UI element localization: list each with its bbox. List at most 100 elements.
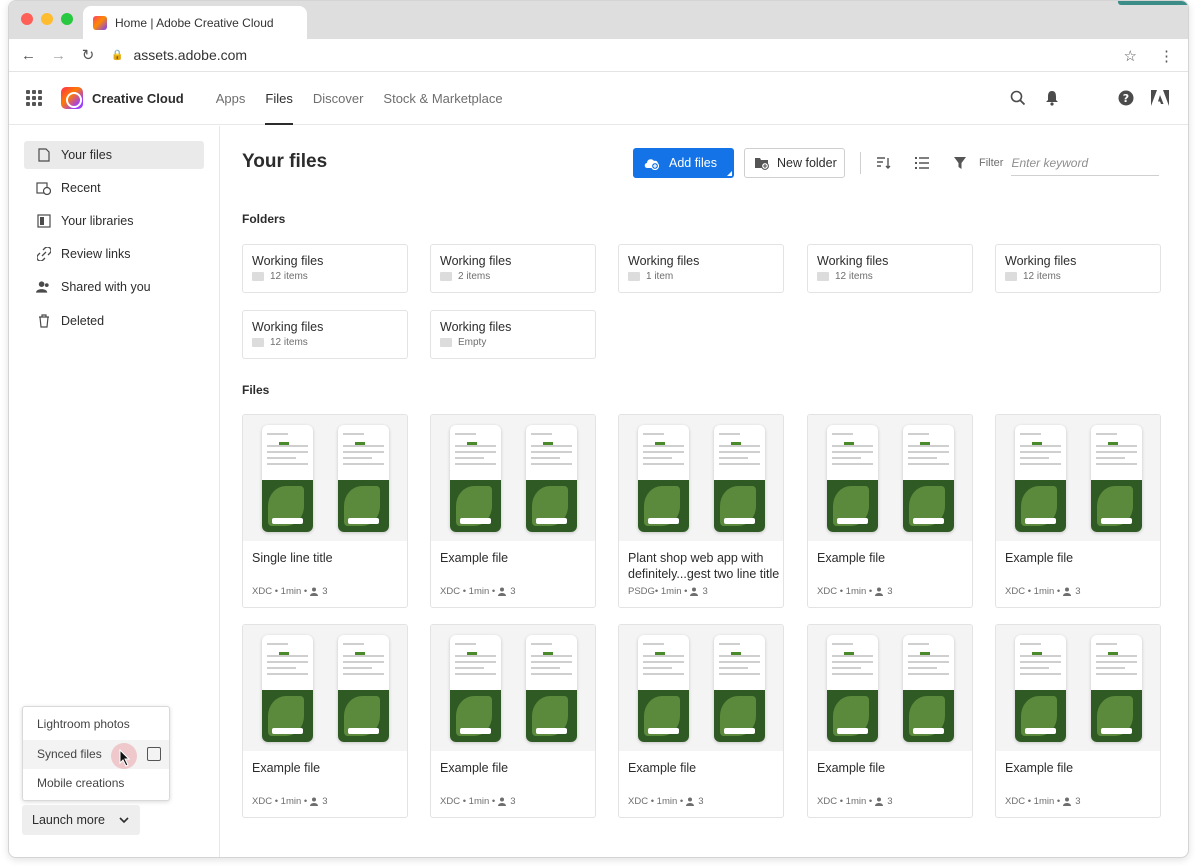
folder-card[interactable]: Working files 12 items: [807, 244, 973, 293]
search-icon[interactable]: [1008, 88, 1028, 108]
bookmark-star-icon[interactable]: ☆: [1124, 47, 1137, 65]
folder-count: 2 items: [458, 271, 491, 282]
file-card[interactable]: Plant shop web app with definitely...ges…: [618, 414, 784, 608]
browser-tab[interactable]: Home | Adobe Creative Cloud: [83, 6, 307, 39]
sidebar-item-review-links[interactable]: Review links: [24, 240, 204, 268]
recent-icon: [36, 181, 51, 196]
maximize-window-button[interactable]: [61, 13, 73, 25]
menu-item-synced-files[interactable]: Synced files: [23, 740, 169, 769]
nav-discover[interactable]: Discover: [303, 72, 374, 125]
file-title: Plant shop web app with definitely...ges…: [628, 551, 780, 581]
shared-count: 3: [887, 796, 893, 807]
launch-more-menu: Lightroom photos Synced files Mobile cre…: [22, 706, 170, 801]
toolbar-divider: [860, 152, 861, 174]
shared-count: 3: [702, 586, 708, 597]
file-card[interactable]: Single line title XDC • 1min • 3: [242, 414, 408, 608]
add-files-button[interactable]: Add files: [633, 148, 734, 178]
file-card[interactable]: Example file XDC • 1min • 3: [618, 624, 784, 818]
file-meta-text: XDC • 1min •: [440, 796, 496, 807]
shared-people-icon: [498, 797, 507, 806]
file-card[interactable]: Example file XDC • 1min • 3: [995, 624, 1161, 818]
sidebar-item-your-libraries[interactable]: Your libraries: [24, 207, 204, 235]
phone-mockup: [903, 635, 954, 742]
adobe-logo-icon[interactable]: [1150, 88, 1170, 108]
browser-menu-icon[interactable]: ⋮: [1159, 47, 1174, 65]
file-title: Example file: [1005, 761, 1074, 775]
file-thumbnail: [808, 625, 972, 751]
help-icon[interactable]: ?: [1116, 88, 1136, 108]
list-view-icon[interactable]: [913, 154, 931, 172]
menu-item-mobile-creations[interactable]: Mobile creations: [23, 769, 169, 798]
filter-keyword-input[interactable]: [1011, 150, 1160, 176]
sidebar-item-shared-with-you[interactable]: Shared with you: [24, 273, 204, 301]
phone-mockup: [526, 635, 577, 742]
sidebar-item-deleted[interactable]: Deleted: [24, 307, 204, 335]
folder-card[interactable]: Working files Empty: [430, 310, 596, 359]
brand-name[interactable]: Creative Cloud: [92, 91, 184, 106]
nav-stock-marketplace[interactable]: Stock & Marketplace: [373, 72, 512, 125]
back-arrow-icon[interactable]: ←: [21, 47, 36, 64]
url-text: assets.adobe.com: [133, 47, 248, 63]
folder-card[interactable]: Working files 1 item: [618, 244, 784, 293]
sidebar-item-recent[interactable]: Recent: [24, 174, 204, 202]
browser-tab-title: Home | Adobe Creative Cloud: [115, 15, 274, 30]
shared-count: 3: [510, 796, 516, 807]
forward-arrow-icon[interactable]: →: [51, 47, 66, 64]
app-switcher-icon[interactable]: [26, 90, 42, 106]
page-title: Your files: [242, 151, 328, 172]
nav-files[interactable]: Files: [255, 72, 302, 125]
file-card[interactable]: Example file XDC • 1min • 3: [242, 624, 408, 818]
browser-window: Home | Adobe Creative Cloud ← → ↻ 🔒 asse…: [8, 0, 1189, 858]
folder-card[interactable]: Working files 12 items: [242, 310, 408, 359]
new-folder-button[interactable]: New folder: [744, 148, 845, 178]
filter-label: Filter: [979, 157, 1004, 169]
notification-bell-icon[interactable]: [1042, 88, 1062, 108]
close-window-button[interactable]: [21, 13, 33, 25]
shared-people-icon: [875, 587, 884, 596]
folder-card[interactable]: Working files 12 items: [995, 244, 1161, 293]
shared-count: 3: [698, 796, 704, 807]
cloud-upload-icon: [644, 159, 660, 170]
file-card[interactable]: Example file XDC • 1min • 3: [807, 624, 973, 818]
lock-icon: 🔒: [111, 49, 124, 61]
menu-item-lightroom-photos[interactable]: Lightroom photos: [23, 710, 169, 739]
sidebar: Your files Recent Your libraries Review …: [9, 126, 220, 857]
file-card[interactable]: Example file XDC • 1min • 3: [995, 414, 1161, 608]
folder-card[interactable]: Working files 2 items: [430, 244, 596, 293]
file-card[interactable]: Example file XDC • 1min • 3: [430, 414, 596, 608]
creative-cloud-logo-icon[interactable]: [61, 87, 83, 109]
open-external-icon[interactable]: [147, 747, 161, 761]
file-thumbnail: [243, 415, 407, 541]
nav-apps[interactable]: Apps: [206, 72, 256, 125]
reload-icon[interactable]: ↻: [81, 46, 95, 64]
phone-mockup: [1015, 635, 1066, 742]
url-field[interactable]: 🔒 assets.adobe.com: [111, 47, 247, 63]
folder-count: 1 item: [646, 271, 674, 282]
launch-more-button[interactable]: Launch more: [22, 805, 140, 835]
tabbar-accent: [1118, 1, 1188, 5]
folder-count: 12 items: [1023, 271, 1061, 282]
file-title: Example file: [440, 551, 509, 565]
folder-name: Working files: [440, 254, 512, 268]
file-thumbnail: [243, 625, 407, 751]
file-meta: XDC • 1min • 3: [1005, 796, 1081, 807]
folder-card[interactable]: Working files 12 items: [242, 244, 408, 293]
file-title: Example file: [817, 761, 886, 775]
minimize-window-button[interactable]: [41, 13, 53, 25]
sidebar-item-label: Your libraries: [61, 214, 134, 228]
file-meta: XDC • 1min • 3: [628, 796, 704, 807]
chevron-down-icon: [119, 816, 129, 823]
file-thumbnail: [619, 625, 783, 751]
file-meta-text: XDC • 1min •: [817, 796, 873, 807]
phone-mockup: [903, 425, 954, 532]
file-title: Example file: [628, 761, 697, 775]
file-thumbnail: [996, 625, 1160, 751]
sort-icon[interactable]: [875, 154, 893, 172]
file-card[interactable]: Example file XDC • 1min • 3: [430, 624, 596, 818]
filter-icon[interactable]: [951, 154, 969, 172]
sidebar-item-your-files[interactable]: Your files: [24, 141, 204, 169]
file-card[interactable]: Example file XDC • 1min • 3: [807, 414, 973, 608]
people-icon: [36, 280, 51, 295]
file-meta: XDC • 1min • 3: [252, 586, 328, 597]
shared-people-icon: [498, 587, 507, 596]
